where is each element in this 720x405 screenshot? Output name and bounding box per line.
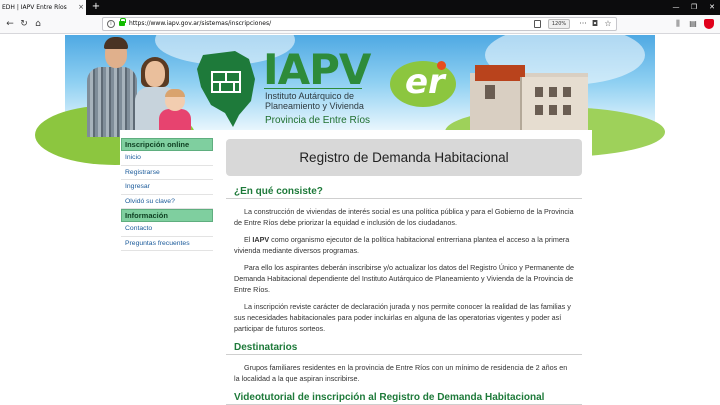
paragraph-aspirantes: Para ello los aspirantes deberán inscrib… — [234, 263, 574, 294]
tab-bar: EDH | IAPV Entre Ríos × + — ❐ ✕ — [0, 0, 720, 15]
building-roof — [475, 65, 525, 81]
sidebar-toggle-icon[interactable]: ▤ — [686, 16, 700, 32]
paragraph-iapv-bold: IAPV — [252, 235, 270, 244]
reader-view-icon[interactable] — [534, 20, 541, 28]
zoom-level-badge[interactable]: 120% — [548, 19, 570, 29]
new-tab-button[interactable]: + — [91, 0, 101, 15]
close-window-icon[interactable]: ✕ — [704, 0, 720, 15]
library-icon[interactable]: ⫼ — [671, 16, 685, 32]
browser-tab[interactable]: EDH | IAPV Entre Ríos × — [0, 0, 86, 15]
info-icon[interactable]: i — [107, 20, 115, 28]
page-title: Registro de Demanda Habitacional — [226, 139, 582, 176]
back-icon[interactable]: ← — [3, 16, 17, 32]
sidebar-heading-inscripcion: Inscripción online — [121, 138, 213, 151]
sidebar-heading-informacion: Información — [121, 209, 213, 222]
home-icon[interactable]: ⌂ — [31, 16, 45, 32]
child-hair — [165, 89, 185, 97]
paragraph-declaracion: La inscripción reviste carácter de decla… — [234, 302, 571, 333]
iapv-logo-text: IAPV — [263, 45, 371, 94]
shield-extension-icon[interactable] — [704, 19, 714, 29]
logo-subtitle-line2: Planeamiento y Vivienda — [265, 101, 364, 111]
building-window — [535, 105, 543, 115]
sidebar: Inscripción online Inicio Registrarse In… — [121, 138, 213, 251]
restore-icon[interactable]: ❐ — [686, 0, 702, 15]
header-banner: IAPV Instituto Autárquico de Planeamient… — [35, 35, 665, 165]
sidebar-item-preguntas[interactable]: Preguntas frecuentes — [121, 237, 213, 251]
paragraph-intro: La construcción de viviendas de interés … — [234, 207, 574, 227]
sidebar-item-registrarse[interactable]: Registrarse — [121, 166, 213, 180]
main-content: Registro de Demanda Habitacional ¿En qué… — [226, 139, 582, 405]
more-actions-icon[interactable]: ··· — [577, 18, 589, 30]
section-heading-consiste: ¿En qué consiste? — [226, 184, 582, 199]
province-map-logo-icon — [197, 51, 255, 127]
er-logo-dot — [437, 61, 446, 70]
navigation-toolbar: ← ↻ ⌂ i https://www.iapv.gov.ar/sistemas… — [0, 15, 720, 34]
bookmark-star-icon[interactable]: ☆ — [602, 18, 614, 30]
logo-province-line: Provincia de Entre Ríos — [265, 115, 371, 126]
reload-icon[interactable]: ↻ — [17, 16, 31, 32]
logo-divider — [264, 88, 362, 89]
web-page: IAPV Instituto Autárquico de Planeamient… — [0, 35, 720, 405]
paragraph-destinatarios: Grupos familiares residentes en la provi… — [234, 363, 568, 383]
close-tab-icon[interactable]: × — [76, 0, 86, 15]
tab-title: EDH | IAPV Entre Ríos — [2, 4, 67, 11]
building-window — [563, 87, 571, 97]
building-window — [549, 105, 557, 115]
url-bar[interactable]: i https://www.iapv.gov.ar/sistemas/inscr… — [102, 17, 617, 31]
building-facade — [520, 77, 588, 131]
minimize-icon[interactable]: — — [668, 0, 684, 15]
building-window — [535, 87, 543, 97]
paragraph-iapv: El IAPV como organismo ejecutor de la po… — [226, 234, 582, 256]
sidebar-item-olvido-clave[interactable]: Olvidó su clave? — [121, 195, 213, 209]
paragraph-iapv-post: como organismo ejecutor de la política h… — [234, 235, 570, 255]
logo-subtitle-line1: Instituto Autárquico de — [265, 91, 355, 101]
man-hair — [104, 37, 128, 49]
sidebar-item-ingresar[interactable]: Ingresar — [121, 180, 213, 195]
url-text[interactable]: https://www.iapv.gov.ar/sistemas/inscrip… — [129, 18, 271, 30]
building-window — [485, 85, 495, 99]
pocket-icon[interactable]: ◘ — [589, 18, 601, 30]
man-figure — [87, 67, 137, 137]
lock-icon[interactable] — [119, 18, 126, 26]
section-heading-videotutorial: Videotutorial de inscripción al Registro… — [226, 390, 582, 405]
sidebar-item-inicio[interactable]: Inicio — [121, 151, 213, 166]
section-heading-destinatarios: Destinatarios — [226, 340, 582, 355]
building-window — [563, 105, 571, 115]
sidebar-item-contacto[interactable]: Contacto — [121, 222, 213, 237]
woman-head — [145, 61, 165, 87]
building-window — [549, 87, 557, 97]
